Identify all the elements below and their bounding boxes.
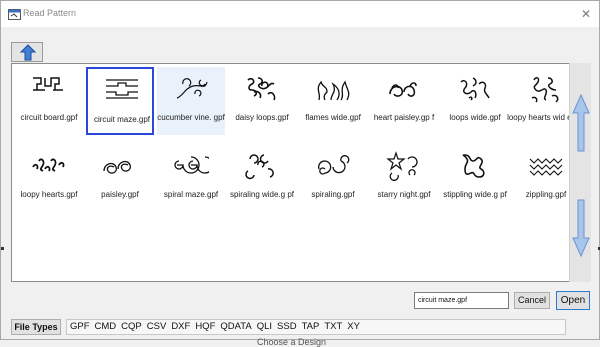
pattern-file-tile[interactable]: daisy loops.gpf [228,67,296,135]
circuit-board-pattern-icon [33,77,63,91]
loopy-hearts-pattern-icon [32,158,65,172]
open-button[interactable]: Open [556,291,590,310]
file-type-label: TAP [301,321,320,332]
file-types-button[interactable]: File Types [11,319,61,335]
spiral-maze-pattern-icon [174,156,209,174]
close-icon: ✕ [580,7,592,21]
cancel-button[interactable]: Cancel [514,292,550,309]
pattern-file-tile[interactable]: loopy hearts.gpf [15,144,83,212]
pattern-file-tile[interactable]: stippling wide.g pf [441,144,509,212]
file-type-label: DXF [171,321,191,332]
circuit-maze-pattern-icon [106,79,138,99]
close-button[interactable]: ✕ [577,6,595,22]
pattern-grid: circuit board.gpf circuit maze.gpf cucumbe… [11,63,591,282]
pattern-file-label: flames wide.gpf [305,113,361,122]
pattern-file-label: heart paisley.gp f [373,113,435,122]
flames-wide-pattern-icon [317,80,350,101]
scroll-down-arrow-icon[interactable] [572,198,590,258]
paisley-pattern-icon [103,160,131,174]
pattern-file-tile[interactable]: flames wide.gpf [299,67,367,135]
pattern-file-label: starry night.gpf [377,190,431,199]
title-bar: Read Pattern ✕ [1,1,599,27]
file-type-label: XY [347,321,360,332]
pattern-file-tile[interactable]: circuit board.gpf [15,67,83,135]
vertical-scrollbar[interactable] [569,63,591,282]
file-type-label: HQF [195,321,216,332]
loopy-hearts-wide-pattern-icon [531,77,559,103]
pattern-file-tile[interactable]: paisley.gpf [86,144,154,212]
daisy-loops-pattern-icon [247,77,276,101]
pattern-file-tile[interactable]: circuit maze.gpf [86,67,154,135]
window-title: Read Pattern [23,8,77,18]
background-edge-mark [1,247,4,250]
spiraling-pattern-icon [318,155,350,175]
pattern-file-label: loops wide.gpf [449,113,501,122]
pattern-file-label: stippling wide.g pf [443,190,507,199]
pattern-file-tile[interactable]: loops wide.gpf [441,67,509,135]
pattern-file-label: loopy hearts.gpf [20,190,78,199]
up-folder-button[interactable] [11,42,43,62]
starry-night-pattern-icon [386,151,418,181]
pattern-file-tile[interactable]: spiraling.gpf [299,144,367,212]
file-types-list: GPF CMD CQP CSV DXF HQF QDATA QLI SSD TAP TXT XY [66,319,566,335]
pattern-file-label: spiraling.gpf [311,190,355,199]
pattern-file-label: circuit board.gpf [20,113,78,122]
filename-input[interactable]: circuit maze.gpf [414,292,509,309]
pattern-file-label: cucumber vine. gpf [157,113,225,122]
pattern-file-label: circuit maze.gpf [93,115,151,124]
up-arrow-icon [20,44,36,61]
cucumber-vine-pattern-icon [176,78,208,99]
file-type-label: GPF [70,321,90,332]
pattern-file-label: spiral maze.gpf [163,190,219,199]
loops-wide-pattern-icon [460,77,490,101]
file-type-label: TXT [324,321,343,332]
app-icon [8,9,21,20]
stippling-wide-pattern-icon [462,154,485,178]
pattern-file-label: spiraling wide.g pf [229,190,295,199]
file-type-label: QDATA [220,321,252,332]
spiraling-wide-pattern-icon [245,154,274,180]
heart-paisley-pattern-icon [389,82,417,97]
file-type-label: SSD [277,321,297,332]
zippling-pattern-icon [529,158,563,176]
scroll-up-arrow-icon[interactable] [572,93,590,153]
pattern-file-tile[interactable]: spiraling wide.g pf [228,144,296,212]
file-type-label: CSV [146,321,167,332]
file-type-label: CQP [121,321,142,332]
read-pattern-dialog: Read Pattern ✕ circuit board.gpf circuit … [0,0,600,347]
pattern-file-label: paisley.gpf [101,190,139,199]
pattern-file-label: daisy loops.gpf [235,113,289,122]
pattern-file-tile[interactable]: heart paisley.gp f [370,67,438,135]
file-type-label: QLI [256,321,273,332]
background-caption: Choose a Design [257,337,327,347]
pattern-file-tile[interactable]: spiral maze.gpf [157,144,225,212]
pattern-file-tile[interactable]: cucumber vine. gpf [157,67,225,135]
file-type-label: CMD [94,321,117,332]
pattern-file-tile[interactable]: starry night.gpf [370,144,438,212]
